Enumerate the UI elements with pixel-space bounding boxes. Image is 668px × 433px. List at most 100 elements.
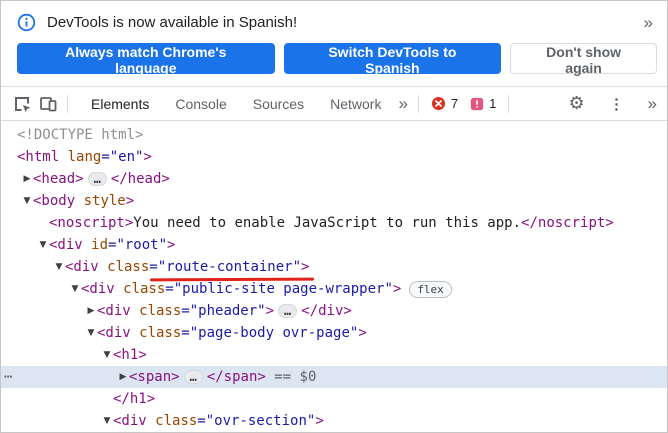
banner-overflow-chevron[interactable]: »	[640, 14, 657, 31]
dom-tree-row[interactable]: ▶<head> … </head>	[1, 168, 667, 190]
toggle-device-toolbar-button[interactable]	[35, 91, 61, 117]
dont-show-again-button[interactable]: Don't show again	[510, 43, 657, 74]
always-match-language-button[interactable]: Always match Chrome's language	[17, 43, 275, 74]
devtools-toolbar: Elements Console Sources Network » 7 1	[1, 87, 667, 121]
dom-tree-row[interactable]: <!DOCTYPE html>	[1, 124, 667, 146]
collapse-arrow-icon[interactable]: ▼	[101, 344, 113, 366]
dom-tree: <!DOCTYPE html><html lang="en">▶<head>…<…	[1, 121, 667, 432]
indent-spacer	[5, 245, 37, 246]
code-segment-val: ="root"	[108, 234, 167, 256]
info-icon	[17, 13, 36, 32]
expand-arrow-icon[interactable]: ▶	[21, 168, 33, 190]
collapse-arrow-icon[interactable]: ▼	[21, 190, 33, 212]
code-segment-attr: lang	[59, 146, 101, 168]
code-segment-tag: </noscript>	[521, 212, 614, 234]
code-segment-tag: <span>	[129, 366, 180, 388]
inspect-cursor-icon	[12, 94, 32, 114]
tab-sources[interactable]: Sources	[240, 87, 317, 120]
toolbar-divider	[508, 95, 509, 113]
banner-buttons: Always match Chrome's language Switch De…	[17, 43, 657, 74]
flex-layout-badge[interactable]: flex	[409, 281, 452, 298]
panel-tabs: Elements Console Sources Network	[78, 87, 394, 120]
settings-button[interactable]: ⚙	[564, 91, 590, 117]
banner-row: DevTools is now available in Spanish! »	[17, 9, 657, 35]
toolbar-overflow-chevron[interactable]: »	[644, 95, 661, 112]
code-segment-doctype: <!DOCTYPE html>	[17, 124, 143, 146]
row-menu-dots[interactable]: ⋯	[4, 366, 13, 388]
code-segment-tag: <div	[113, 410, 147, 432]
code-segment-tag: </div>	[301, 300, 352, 322]
devtools-window: DevTools is now available in Spanish! » …	[0, 0, 668, 433]
switch-to-spanish-button[interactable]: Switch DevTools to Spanish	[284, 43, 502, 74]
collapse-arrow-icon[interactable]: ▼	[37, 234, 49, 256]
code-segment-attr: class	[115, 278, 166, 300]
code-segment-tag: <div	[97, 300, 131, 322]
gear-icon: ⚙	[568, 93, 584, 114]
tab-console[interactable]: Console	[162, 87, 239, 120]
code-segment-tag: >	[358, 322, 366, 344]
issues-icon	[470, 97, 484, 111]
collapse-arrow-icon[interactable]: ▼	[69, 278, 81, 300]
indent-spacer	[5, 377, 117, 378]
tab-elements[interactable]: Elements	[78, 87, 162, 120]
code-segment-tag: >	[126, 190, 134, 212]
error-circle-icon	[431, 96, 446, 111]
issues-badge[interactable]: 1	[464, 96, 502, 111]
code-segment-val: ="page-body ovr-page"	[181, 322, 358, 344]
inspect-element-button[interactable]	[9, 91, 35, 117]
dom-tree-row[interactable]: ▼<div class="public-site page-wrapper">f…	[1, 278, 667, 300]
inline-expand-button[interactable]: …	[184, 370, 203, 384]
code-segment-tag: <html	[17, 146, 59, 168]
code-segment-val: ="ovr-section"	[197, 410, 315, 432]
toolbar-divider	[418, 95, 419, 113]
dom-tree-row[interactable]: ▶<div class="pheader"> … </div>	[1, 300, 667, 322]
code-segment-tag: >	[301, 256, 309, 278]
inline-expand-button[interactable]: …	[88, 172, 107, 186]
inline-expand-button[interactable]: …	[278, 304, 297, 318]
expand-arrow-icon[interactable]: ▶	[85, 300, 97, 322]
collapse-arrow-icon[interactable]: ▼	[85, 322, 97, 344]
code-segment-attr: class	[99, 256, 150, 278]
code-segment-tag: >	[315, 410, 323, 432]
dom-tree-row[interactable]: ▼<div id="root">	[1, 234, 667, 256]
device-toolbar-icon	[38, 94, 58, 114]
dom-tree-row[interactable]: ▼<div class="page-body ovr-page">	[1, 322, 667, 344]
code-segment-attr: id	[83, 234, 108, 256]
expand-arrow-icon[interactable]: ▶	[117, 366, 129, 388]
collapse-arrow-icon[interactable]: ▼	[53, 256, 65, 278]
kebab-menu-icon: ⋮	[609, 95, 624, 113]
code-segment-val: ="public-site page-wrapper"	[165, 278, 393, 300]
code-segment-tag: >	[143, 146, 151, 168]
banner-message: DevTools is now available in Spanish!	[47, 14, 297, 31]
code-segment-tag: <noscript>	[49, 212, 133, 234]
dom-tree-row[interactable]: </h1>	[1, 388, 667, 410]
dom-tree-row[interactable]: ▼<body style>	[1, 190, 667, 212]
tab-network[interactable]: Network	[317, 87, 394, 120]
code-segment-tag: >	[266, 300, 274, 322]
dom-tree-row[interactable]: ▼<h1>	[1, 344, 667, 366]
code-segment-val: ="pheader"	[181, 300, 265, 322]
issue-count: 1	[489, 96, 496, 111]
dom-tree-row[interactable]: <noscript>You need to enable JavaScript …	[1, 212, 667, 234]
code-segment-tag: <head>	[33, 168, 84, 190]
dom-tree-row[interactable]: <html lang="en">	[1, 146, 667, 168]
code-segment-dollar: == $0	[266, 366, 317, 388]
dom-tree-row[interactable]: ⋯▶<span>…</span> == $0	[1, 366, 667, 388]
code-segment-val: ="en"	[101, 146, 143, 168]
code-segment-tag: </head>	[111, 168, 170, 190]
code-segment-tag: >	[167, 234, 175, 256]
code-segment-attr: class	[131, 322, 182, 344]
code-segment-attr: style	[75, 190, 126, 212]
language-banner: DevTools is now available in Spanish! » …	[1, 1, 667, 87]
dom-tree-row[interactable]: ▼<div class="ovr-section">	[1, 410, 667, 432]
code-segment-attr: class	[131, 300, 182, 322]
more-options-button[interactable]: ⋮	[604, 91, 630, 117]
console-error-badge[interactable]: 7	[425, 96, 464, 111]
collapse-arrow-icon[interactable]: ▼	[101, 410, 113, 432]
indent-spacer	[5, 421, 101, 422]
code-segment-attr: class	[147, 410, 198, 432]
code-segment-tag: <body	[33, 190, 75, 212]
toolbar-divider	[67, 95, 68, 113]
more-tabs-chevron[interactable]: »	[394, 95, 411, 112]
dom-tree-row[interactable]: ▼<div class="route-container">	[1, 256, 667, 278]
